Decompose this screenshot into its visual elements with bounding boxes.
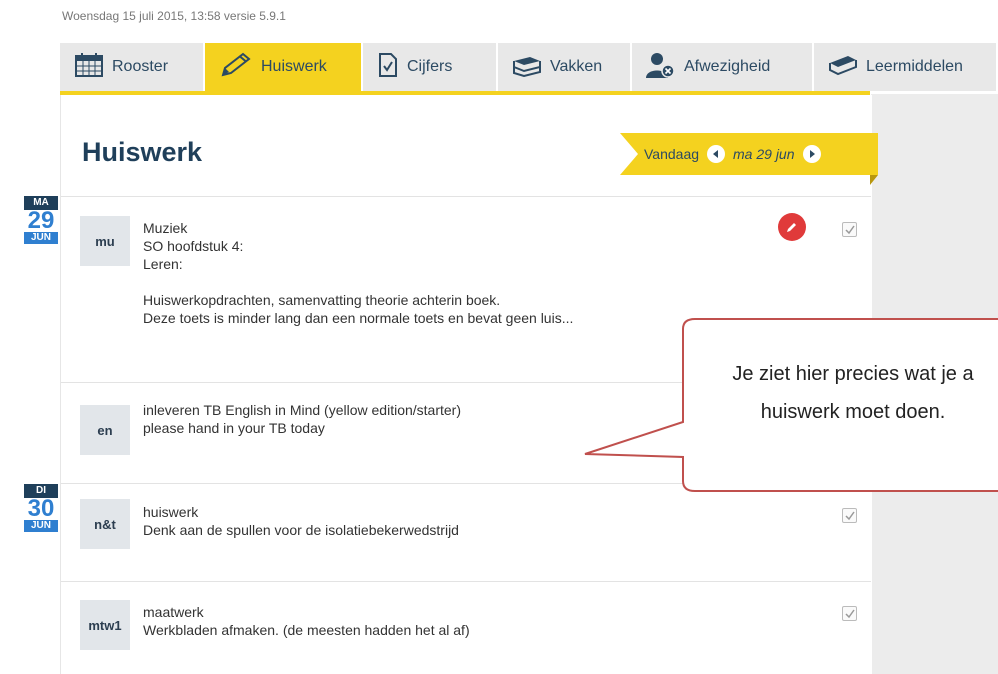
homework-item[interactable]: huiswerk Denk aan de spullen voor de iso…: [143, 503, 459, 539]
document-check-icon: [377, 52, 399, 83]
tab-label: Afwezigheid: [684, 58, 771, 75]
homework-item[interactable]: maatwerk Werkbladen afmaken. (de meesten…: [143, 603, 470, 639]
homework-item[interactable]: Muziek SO hoofdstuk 4: Leren: Huiswerkop…: [143, 219, 573, 327]
callout-text: Je ziet hier precies wat je a huiswerk m…: [688, 355, 998, 431]
subject-badge: en: [80, 405, 130, 455]
homework-line: please hand in your TB today: [143, 420, 325, 436]
homework-line: SO hoofdstuk 4:: [143, 238, 244, 254]
check-icon: [844, 511, 855, 520]
date-navigator: Vandaag ma 29 jun: [620, 133, 878, 185]
today-link[interactable]: Vandaag: [644, 146, 699, 162]
tab-label: Vakken: [550, 58, 603, 75]
tab-afwezigheid[interactable]: Afwezigheid: [632, 43, 814, 91]
tab-cijfers[interactable]: Cijfers: [363, 43, 498, 91]
divider: [61, 196, 871, 197]
callout-line: huiswerk moet doen.: [760, 401, 946, 423]
edited-pencil-icon[interactable]: [778, 213, 806, 241]
divider: [61, 581, 871, 582]
tab-vakken[interactable]: Vakken: [498, 43, 632, 91]
homework-line: Leren:: [143, 256, 183, 272]
homework-line: Muziek: [143, 220, 188, 236]
pencil-icon: [219, 51, 253, 84]
chevron-left-icon: [713, 150, 719, 158]
homework-line: Werkbladen afmaken. (de meesten hadden h…: [143, 622, 470, 638]
day-number: 29: [27, 207, 55, 234]
check-icon: [844, 225, 855, 234]
calendar-icon: [74, 52, 104, 83]
callout-line: Je ziet hier precies wat je a: [732, 363, 974, 385]
person-x-icon: [646, 52, 676, 83]
check-icon: [844, 609, 855, 618]
date-badge-monday: MA 29 JUN: [24, 196, 58, 244]
homework-line: huiswerk: [143, 504, 199, 520]
page-title: Huiswerk: [82, 137, 203, 167]
book-icon: [828, 53, 858, 82]
books-icon: [512, 53, 542, 82]
done-checkbox[interactable]: [842, 222, 857, 237]
homework-line: Deze toets is minder lang dan een normal…: [143, 310, 574, 326]
next-day-button[interactable]: [802, 145, 821, 163]
done-checkbox[interactable]: [842, 508, 857, 523]
tab-huiswerk[interactable]: Huiswerk: [205, 43, 363, 91]
subject-badge: mtw1: [80, 600, 130, 650]
date-badge-tuesday: DI 30 JUN: [24, 484, 58, 532]
homework-line: [143, 273, 573, 291]
version-info: Woensdag 15 juli 2015, 13:58 versie 5.9.…: [62, 9, 286, 23]
current-date: ma 29 jun: [733, 146, 795, 162]
tab-label: Rooster: [112, 58, 169, 75]
main-tab-bar: Rooster Huiswerk Cijfers Vakken Afwezigh…: [60, 43, 998, 91]
done-checkbox[interactable]: [842, 606, 857, 621]
subject-badge: mu: [80, 216, 130, 266]
tab-rooster[interactable]: Rooster: [60, 43, 205, 91]
previous-day-button[interactable]: [707, 145, 726, 163]
day-number: 30: [27, 495, 55, 522]
tab-label: Huiswerk: [261, 58, 327, 75]
tab-label: Leermiddelen: [866, 58, 963, 75]
homework-line: Denk aan de spullen voor de isolatiebeke…: [143, 522, 459, 538]
tab-label: Cijfers: [407, 58, 453, 75]
chevron-right-icon: [809, 150, 815, 158]
homework-line: inleveren TB English in Mind (yellow edi…: [143, 402, 461, 418]
homework-item[interactable]: inleveren TB English in Mind (yellow edi…: [143, 401, 461, 437]
tab-leermiddelen[interactable]: Leermiddelen: [814, 43, 998, 91]
subject-badge: n&t: [80, 499, 130, 549]
homework-line: Huiswerkopdrachten, samenvatting theorie…: [143, 292, 501, 308]
homework-line: maatwerk: [143, 604, 204, 620]
